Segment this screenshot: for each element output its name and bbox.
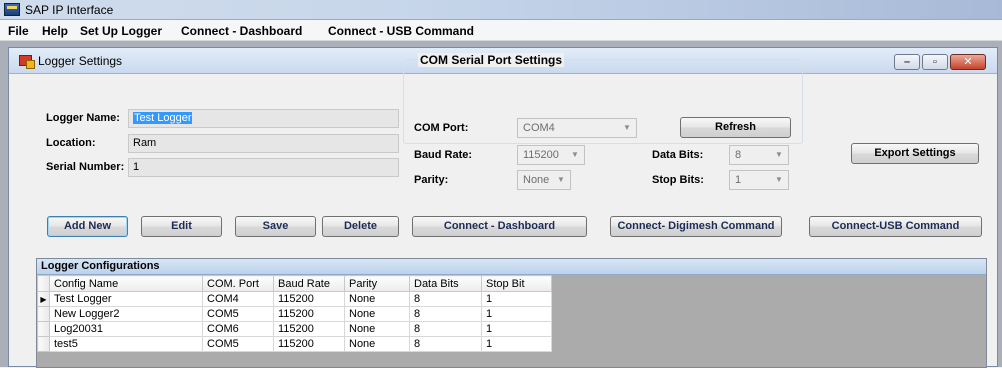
cell-stop-bit[interactable]: 1	[481, 291, 552, 307]
current-row-arrow-icon[interactable]: ▶	[37, 291, 50, 307]
minimize-button[interactable]: –	[894, 54, 920, 70]
cell-stop-bit[interactable]: 1	[481, 306, 552, 322]
data-bits-select[interactable]: 8 ▼	[729, 145, 789, 165]
cell-data-bits[interactable]: 8	[409, 306, 482, 322]
grid-caption: Logger Configurations	[37, 259, 986, 275]
table-row[interactable]: New Logger2 COM5 115200 None 8 1	[37, 306, 552, 322]
maximize-button[interactable]: ▫	[922, 54, 948, 70]
cell-stop-bit[interactable]: 1	[481, 321, 552, 337]
cell-baud-rate[interactable]: 115200	[273, 321, 345, 337]
cell-baud-rate[interactable]: 115200	[273, 306, 345, 322]
refresh-button[interactable]: Refresh	[680, 117, 791, 138]
location-label: Location:	[46, 137, 96, 149]
cell-parity[interactable]: None	[344, 291, 410, 307]
parity-value: None	[523, 174, 550, 186]
connect-digimesh-command-button[interactable]: Connect- Digimesh Command	[610, 216, 782, 237]
minimize-icon: –	[903, 56, 911, 68]
delete-button[interactable]: Delete	[322, 216, 399, 237]
cell-com-port[interactable]: COM5	[202, 306, 274, 322]
column-header-config-name[interactable]: Config Name	[49, 275, 203, 292]
cell-baud-rate[interactable]: 115200	[273, 336, 345, 352]
export-settings-button[interactable]: Export Settings	[851, 143, 979, 164]
cell-config-name[interactable]: New Logger2	[49, 306, 203, 322]
chevron-down-icon: ▼	[571, 150, 579, 159]
app-icon	[4, 3, 20, 16]
serial-number-input[interactable]: 1	[128, 158, 399, 177]
parity-label: Parity:	[414, 174, 449, 186]
cell-parity[interactable]: None	[344, 336, 410, 352]
cell-parity[interactable]: None	[344, 321, 410, 337]
baud-rate-label: Baud Rate:	[414, 149, 473, 161]
add-new-button[interactable]: Add New	[47, 216, 128, 237]
row-header[interactable]	[37, 336, 50, 352]
table-row[interactable]: Log20031 COM6 115200 None 8 1	[37, 321, 552, 337]
cell-data-bits[interactable]: 8	[409, 291, 482, 307]
table-row[interactable]: test5 COM5 115200 None 8 1	[37, 336, 552, 352]
column-header-stop-bit[interactable]: Stop Bit	[481, 275, 552, 292]
close-icon: ✕	[963, 56, 973, 68]
com-group-label: COM Serial Port Settings	[418, 53, 565, 67]
column-header-parity[interactable]: Parity	[344, 275, 410, 292]
app-title-bar: SAP IP Interface	[0, 0, 1002, 20]
menu-set-up-logger[interactable]: Set Up Logger	[80, 24, 162, 38]
connect-dashboard-button[interactable]: Connect - Dashboard	[412, 216, 587, 237]
com-port-label: COM Port:	[414, 122, 469, 134]
cell-config-name[interactable]: test5	[49, 336, 203, 352]
parity-select[interactable]: None ▼	[517, 170, 571, 190]
grid-header-row: Config Name COM. Port Baud Rate Parity D…	[37, 275, 552, 292]
chevron-down-icon: ▼	[623, 123, 631, 132]
baud-rate-value: 115200	[523, 149, 559, 161]
cell-data-bits[interactable]: 8	[409, 321, 482, 337]
connect-usb-command-button[interactable]: Connect-USB Command	[809, 216, 982, 237]
window-icon	[19, 55, 35, 69]
row-header[interactable]	[37, 306, 50, 322]
baud-rate-select[interactable]: 115200 ▼	[517, 145, 585, 165]
maximize-icon: ▫	[933, 56, 937, 68]
grid-table: Config Name COM. Port Baud Rate Parity D…	[37, 275, 552, 352]
column-header-com-port[interactable]: COM. Port	[202, 275, 274, 292]
chevron-down-icon: ▼	[775, 150, 783, 159]
cell-baud-rate[interactable]: 115200	[273, 291, 345, 307]
com-port-value: COM4	[523, 122, 555, 134]
menu-connect-usb-command[interactable]: Connect - USB Command	[328, 24, 474, 38]
cell-com-port[interactable]: COM5	[202, 336, 274, 352]
cell-stop-bit[interactable]: 1	[481, 336, 552, 352]
stop-bits-select[interactable]: 1 ▼	[729, 170, 789, 190]
data-bits-value: 8	[735, 149, 742, 161]
logger-name-label: Logger Name:	[46, 112, 120, 124]
data-bits-label: Data Bits:	[652, 149, 704, 161]
menu-bar: File Help Set Up Logger Connect - Dashbo…	[0, 20, 1002, 41]
location-input[interactable]: Ram	[128, 134, 399, 153]
logger-configurations-grid: Logger Configurations Config Name COM. P…	[36, 258, 987, 368]
row-header[interactable]	[37, 321, 50, 337]
column-header-baud-rate[interactable]: Baud Rate	[273, 275, 345, 292]
app-title: SAP IP Interface	[25, 3, 114, 17]
save-button[interactable]: Save	[235, 216, 316, 237]
menu-help[interactable]: Help	[42, 24, 68, 38]
table-row[interactable]: ▶ Test Logger COM4 115200 None 8 1	[37, 291, 552, 307]
cell-parity[interactable]: None	[344, 306, 410, 322]
chevron-down-icon: ▼	[557, 175, 565, 184]
menu-file[interactable]: File	[8, 24, 29, 38]
cell-com-port[interactable]: COM6	[202, 321, 274, 337]
logger-name-input[interactable]: Test Logger	[128, 109, 399, 128]
stop-bits-value: 1	[735, 174, 742, 186]
logger-name-value: Test Logger	[133, 112, 193, 124]
com-port-select[interactable]: COM4 ▼	[517, 118, 637, 138]
cell-data-bits[interactable]: 8	[409, 336, 482, 352]
menu-connect-dashboard[interactable]: Connect - Dashboard	[181, 24, 302, 38]
window-title: Logger Settings	[38, 54, 123, 68]
cell-com-port[interactable]: COM4	[202, 291, 274, 307]
edit-button[interactable]: Edit	[141, 216, 222, 237]
cell-config-name[interactable]: Log20031	[49, 321, 203, 337]
chevron-down-icon: ▼	[775, 175, 783, 184]
row-header-corner	[37, 275, 50, 292]
column-header-data-bits[interactable]: Data Bits	[409, 275, 482, 292]
close-button[interactable]: ✕	[950, 54, 986, 70]
cell-config-name[interactable]: Test Logger	[49, 291, 203, 307]
serial-number-label: Serial Number:	[46, 161, 125, 173]
stop-bits-label: Stop Bits:	[652, 174, 704, 186]
